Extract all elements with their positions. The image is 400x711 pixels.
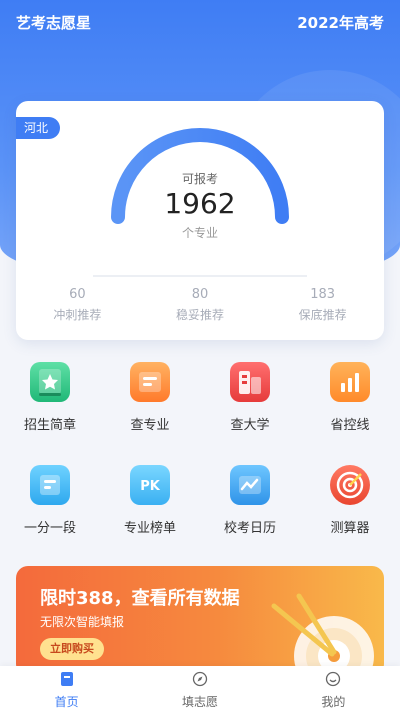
- province-line-icon: [330, 362, 370, 402]
- recommend-stats: 60 冲刺推荐 80 稳妥推荐 183 保底推荐: [16, 287, 384, 323]
- summary-card[interactable]: 河北 可报考 1962 个专业 60 冲刺推荐 80 稳妥推荐 183 保底推荐: [16, 101, 384, 340]
- gauge-divider: [93, 275, 307, 277]
- banner-title: 限时388，查看所有数据: [40, 588, 240, 609]
- feature-label: 查专业: [130, 418, 170, 433]
- feature-label: 招生简章: [23, 418, 76, 433]
- buy-now-button[interactable]: 立即购买: [40, 638, 104, 660]
- home-icon: [60, 672, 73, 686]
- exam-year-selector[interactable]: 2022年高考: [297, 12, 384, 33]
- feature-label: 一分一段: [23, 521, 76, 536]
- stat-safe-label: 保底推荐: [298, 308, 347, 322]
- feature-exam-calendar[interactable]: 校考日历: [200, 465, 300, 536]
- promo-banner[interactable]: 限时388，查看所有数据 无限次智能填报 立即购买: [16, 566, 384, 676]
- score-segment-icon: [30, 465, 70, 505]
- majors-count: 1962: [164, 187, 236, 220]
- feature-label: 专业榜单: [123, 521, 176, 536]
- university-search-icon: [230, 362, 270, 402]
- feature-pk-ranking[interactable]: PK 专业榜单: [100, 465, 200, 536]
- feature-label: 省控线: [330, 418, 370, 433]
- stat-rush-label: 冲刺推荐: [53, 308, 102, 322]
- svg-text:PK: PK: [140, 479, 161, 494]
- feature-label: 测算器: [330, 521, 370, 536]
- profile-smile-icon: [326, 671, 341, 687]
- gauge-caption: 可报考: [181, 172, 218, 186]
- compass-icon: [192, 671, 208, 687]
- tab-home-label: 首页: [54, 695, 79, 709]
- stat-stable-label: 稳妥推荐: [176, 308, 225, 322]
- top-bar: 艺考志愿星 2022年高考: [16, 10, 384, 34]
- tab-home[interactable]: 首页: [0, 666, 133, 711]
- feature-row-2: 一分一段 PK 专业榜单 校考日历 测算器: [0, 465, 400, 536]
- tab-profile-label: 我的: [321, 695, 346, 709]
- target-arrows-icon: [271, 593, 374, 676]
- stat-safe-value: 183: [310, 287, 336, 302]
- feature-label: 查大学: [230, 418, 270, 433]
- feature-major-search[interactable]: 查专业: [100, 362, 200, 433]
- tab-fill-volunteer[interactable]: 填志愿: [133, 666, 266, 711]
- major-search-icon: [130, 362, 170, 402]
- feature-province-line[interactable]: 省控线: [300, 362, 400, 433]
- stat-safe[interactable]: 183 保底推荐: [261, 287, 384, 323]
- stat-rush[interactable]: 60 冲刺推荐: [16, 287, 139, 323]
- pk-ranking-icon: PK: [130, 465, 170, 505]
- stat-stable-value: 80: [191, 287, 209, 302]
- stat-stable[interactable]: 80 稳妥推荐: [139, 287, 262, 323]
- tab-fill-volunteer-label: 填志愿: [181, 695, 218, 709]
- bottom-tab-bar: 首页 填志愿 我的: [0, 666, 400, 711]
- feature-score-segment[interactable]: 一分一段: [0, 465, 100, 536]
- admission-guide-icon: [30, 362, 70, 402]
- feature-row-1: 招生简章 查专业 查大学 省控线: [0, 362, 400, 433]
- feature-target-calculator[interactable]: 测算器: [300, 465, 400, 536]
- stat-rush-value: 60: [69, 287, 86, 302]
- banner-subtitle: 无限次智能填报: [40, 615, 125, 629]
- tab-profile[interactable]: 我的: [267, 666, 400, 711]
- feature-label: 校考日历: [223, 521, 276, 536]
- majors-unit: 个专业: [181, 226, 218, 240]
- app-name: 艺考志愿星: [16, 13, 92, 32]
- exam-calendar-icon: [230, 465, 270, 505]
- target-calculator-icon: [330, 465, 370, 505]
- feature-admission-guide[interactable]: 招生简章: [0, 362, 100, 433]
- feature-university-search[interactable]: 查大学: [200, 362, 300, 433]
